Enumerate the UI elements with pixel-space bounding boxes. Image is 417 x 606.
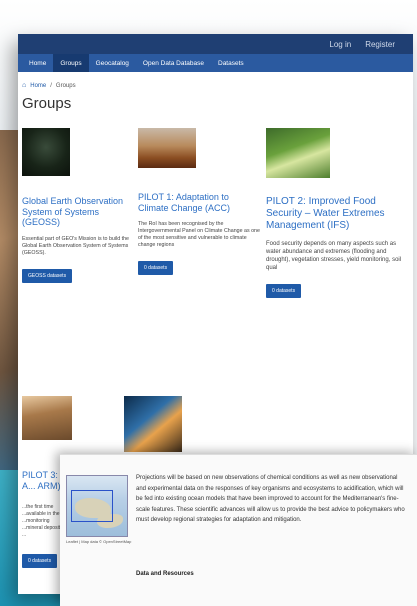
group-card-acc: PILOT 1: Adaptation to Climate Change (A… [138, 128, 260, 298]
nav-item-geocatalog[interactable]: Geocatalog [89, 54, 136, 72]
group-description-acc: The RoI has been recognised by the Inter… [138, 221, 260, 248]
dataset-description: Projections will be based on new observa… [136, 475, 405, 523]
group-description-geoss: Essential part of GEO's Mission is to bu… [22, 235, 129, 256]
home-icon[interactable]: ⌂ [22, 82, 26, 89]
nav-item-home[interactable]: Home [22, 54, 53, 72]
group-description-arm: ...the first time ...available in the ..… [22, 504, 63, 538]
main-navbar: Home Groups Geocatalog Open Data Databas… [18, 54, 413, 72]
breadcrumb-separator: / [50, 82, 52, 89]
dataset-map[interactable] [66, 475, 128, 537]
breadcrumb-home[interactable]: Home [30, 83, 46, 89]
breadcrumb-current: Groups [55, 82, 76, 89]
group-title-ifs[interactable]: PILOT 2: Improved Food Security – Water … [266, 196, 406, 232]
login-link[interactable]: Log in [329, 40, 351, 49]
group-description-ifs: Food security depends on many aspects su… [266, 241, 402, 271]
nav-item-groups[interactable]: Groups [53, 54, 89, 72]
group-datasets-button-arm[interactable]: 0 datasets [22, 554, 58, 568]
group-datasets-button-acc[interactable]: 0 datasets [138, 261, 174, 275]
breadcrumb: ⌂ Home / Groups [18, 72, 413, 89]
group-thumbnail-pilot4[interactable] [124, 396, 182, 452]
group-thumbnail-acc[interactable] [138, 128, 196, 168]
page-title: Groups [22, 95, 72, 112]
group-card-ifs: PILOT 2: Improved Food Security – Water … [266, 128, 406, 298]
nav-item-open-data-database[interactable]: Open Data Database [136, 54, 211, 72]
register-link[interactable]: Register [365, 40, 395, 49]
group-title-arm[interactable]: PILOT 3: A... ARM) [22, 470, 64, 492]
group-title-geoss[interactable]: Global Earth Observation System of Syste… [22, 196, 132, 228]
map-attribution: Leaflet | Map data © OpenStreetMap [66, 539, 132, 544]
group-datasets-button-ifs[interactable]: 0 datasets [266, 284, 302, 298]
group-thumbnail-arm[interactable] [22, 396, 72, 440]
nav-item-datasets[interactable]: Datasets [211, 54, 251, 72]
groups-grid-row2 [22, 396, 182, 452]
group-card-geoss: Global Earth Observation System of Syste… [22, 128, 132, 298]
group-datasets-button-geoss[interactable]: GEOSS datasets [22, 268, 73, 283]
map-extent-box [71, 490, 113, 522]
group-thumbnail-geoss[interactable] [22, 128, 70, 176]
data-resources-heading: Data and Resources [136, 571, 194, 577]
group-title-acc[interactable]: PILOT 1: Adaptation to Climate Change (A… [138, 192, 260, 213]
group-thumbnail-ifs[interactable] [266, 128, 330, 178]
groups-grid: Global Earth Observation System of Syste… [18, 128, 413, 298]
top-utility-bar: Log in Register [18, 34, 413, 54]
dataset-detail-panel: Leaflet | Map data © OpenStreetMap Proje… [60, 454, 417, 606]
